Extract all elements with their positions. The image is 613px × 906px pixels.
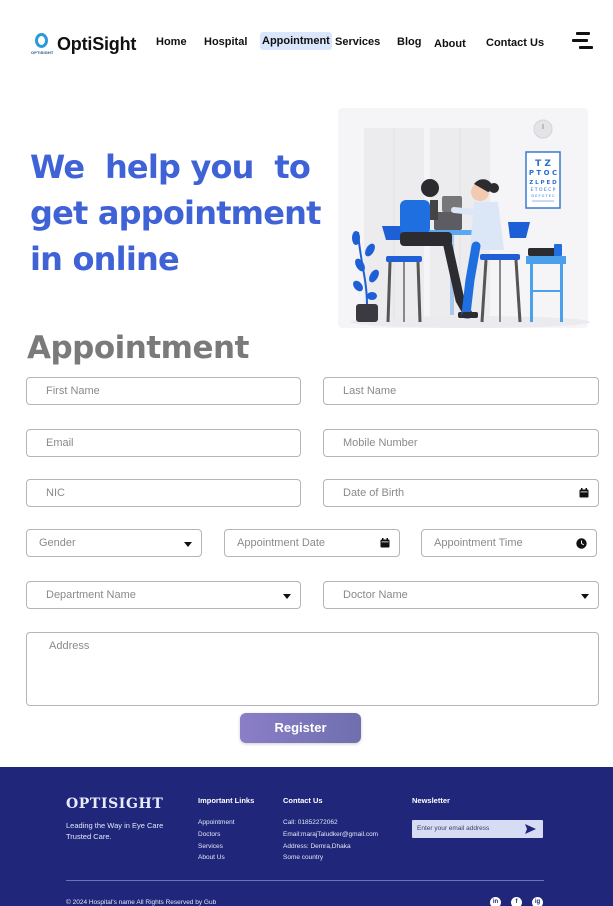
chevron-down-icon	[184, 542, 192, 547]
footer: OPTISIGHT Leading the Way in Eye Care Tr…	[0, 767, 613, 906]
copyright: © 2024 Hospital's name All Rights Reserv…	[66, 899, 217, 906]
gender-placeholder: Gender	[39, 537, 76, 549]
department-placeholder: Department Name	[46, 589, 136, 601]
nav-contact-us[interactable]: Contact Us	[486, 35, 544, 51]
nav-blog[interactable]: Blog	[397, 34, 421, 50]
newsletter-placeholder: Enter your email address	[417, 825, 490, 832]
nav-hospital[interactable]: Hospital	[204, 34, 247, 50]
newsletter-email-input[interactable]: Enter your email address	[412, 820, 543, 838]
contact-us-title: Contact Us	[283, 796, 323, 805]
email-input[interactable]: Email	[26, 429, 301, 457]
hero-title-line: in online	[30, 240, 180, 278]
doctor-placeholder: Doctor Name	[343, 589, 408, 601]
nav-services[interactable]: Services	[335, 34, 380, 50]
footer-link-services[interactable]: Services	[198, 843, 223, 850]
footer-link-about-us[interactable]: About Us	[198, 854, 225, 861]
calendar-icon[interactable]	[579, 488, 589, 498]
date-of-birth-input[interactable]: Date of Birth	[323, 479, 599, 507]
appointment-time-input[interactable]: Appointment Time	[421, 529, 597, 557]
gender-select[interactable]: Gender	[26, 529, 202, 557]
last-name-placeholder: Last Name	[343, 385, 397, 397]
important-links-title: Important Links	[198, 796, 255, 805]
mobile-number-input[interactable]: Mobile Number	[323, 429, 599, 457]
appointment-time-placeholder: Appointment Time	[434, 537, 523, 549]
contact-country: Some country	[283, 854, 324, 861]
first-name-placeholder: First Name	[46, 385, 100, 397]
department-select[interactable]: Department Name	[26, 581, 301, 609]
hero-title-line: get appointment	[30, 194, 321, 232]
appointment-date-input[interactable]: Appointment Date	[224, 529, 400, 557]
clock-icon[interactable]	[576, 538, 587, 549]
footer-link-doctors[interactable]: Doctors	[198, 831, 220, 838]
newsletter-title: Newsletter	[412, 796, 450, 805]
nic-placeholder: NIC	[46, 487, 65, 499]
nic-input[interactable]: NIC	[26, 479, 301, 507]
register-button[interactable]: Register	[240, 713, 361, 743]
nav-home[interactable]: Home	[156, 34, 187, 50]
eye-chart-row: D E F O T E C	[531, 194, 555, 198]
contact-address: Address: Demra,Dhaka	[283, 843, 351, 850]
doctor-select[interactable]: Doctor Name	[323, 581, 599, 609]
send-icon[interactable]	[525, 824, 536, 834]
form-title: Appointment	[27, 330, 249, 366]
hero-title-line: We help you to	[30, 148, 311, 186]
footer-divider	[66, 880, 544, 881]
main-nav: Home Hospital Appointment Services Blog …	[0, 32, 613, 52]
footer-link-appointment[interactable]: Appointment	[198, 819, 235, 826]
contact-email: Email:marajTaludker@gmail.com	[283, 831, 379, 838]
chevron-down-icon	[581, 594, 589, 599]
first-name-input[interactable]: First Name	[26, 377, 301, 405]
nav-about[interactable]: About	[434, 36, 466, 52]
nav-appointment[interactable]: Appointment	[260, 32, 332, 50]
facebook-icon[interactable]: f	[511, 897, 522, 906]
eye-chart-row: P T O C	[529, 169, 557, 177]
mobile-number-placeholder: Mobile Number	[343, 437, 418, 449]
footer-tagline: Leading the Way in Eye Care Trusted Care…	[66, 821, 164, 841]
eye-chart-row: T Z	[535, 159, 551, 169]
hamburger-menu-icon[interactable]	[572, 32, 594, 50]
linkedin-icon[interactable]: in	[490, 897, 501, 906]
chevron-down-icon	[283, 594, 291, 599]
last-name-input[interactable]: Last Name	[323, 377, 599, 405]
eye-chart-row: E T O E C P	[531, 187, 556, 193]
contact-phone: Call: 01852272062	[283, 819, 338, 826]
instagram-icon[interactable]: ig	[532, 897, 543, 906]
eye-chart-row: Z L P E D	[529, 180, 557, 186]
date-of-birth-placeholder: Date of Birth	[343, 487, 405, 499]
address-textarea[interactable]: Address	[26, 632, 599, 706]
header: OPTISIGHT OptiSight Home Hospital Appoin…	[0, 0, 613, 86]
appointment-date-placeholder: Appointment Date	[237, 537, 326, 549]
address-placeholder: Address	[49, 640, 90, 652]
email-placeholder: Email	[46, 437, 74, 449]
footer-brand: OPTISIGHT	[66, 796, 164, 812]
eye-exam-illustration: T Z P T O C Z L P E D E T O E C P D E F …	[338, 108, 590, 328]
hero-title: We help you to get appointment in online	[30, 144, 330, 282]
calendar-icon[interactable]	[380, 538, 390, 548]
